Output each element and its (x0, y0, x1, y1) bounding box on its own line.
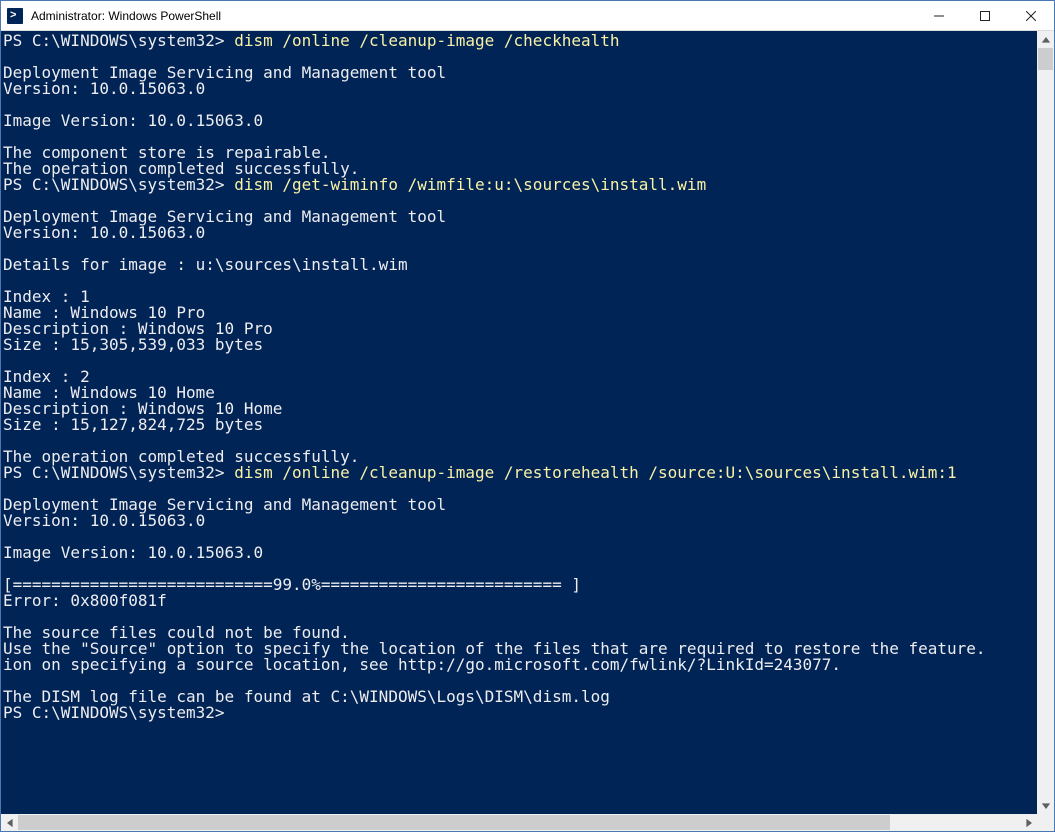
scrollbar-corner (1037, 814, 1054, 831)
vertical-scroll-thumb[interactable] (1038, 48, 1053, 70)
out-line: Size : 15,127,824,725 bytes (3, 415, 263, 434)
out-line: Version: 10.0.15063.0 (3, 79, 205, 98)
prompt: PS C:\WINDOWS\system32> (3, 175, 234, 194)
command-3: dism /online /cleanup-image /restoreheal… (234, 463, 956, 482)
prompt: PS C:\WINDOWS\system32> (3, 463, 234, 482)
scroll-right-button[interactable] (1020, 814, 1037, 831)
command-2: dism /get-wiminfo /wimfile:u:\sources\in… (234, 175, 706, 194)
out-line: Image Version: 10.0.15063.0 (3, 111, 263, 130)
out-line: ion on specifying a source location, see… (3, 655, 841, 674)
maximize-button[interactable] (962, 1, 1008, 30)
vertical-scroll-track[interactable] (1037, 48, 1054, 797)
close-button[interactable] (1008, 1, 1054, 30)
out-error: Error: 0x800f081f (3, 591, 167, 610)
out-line: Version: 10.0.15063.0 (3, 511, 205, 530)
terminal-output: PS C:\WINDOWS\system32> dism /online /cl… (1, 31, 1037, 814)
horizontal-scroll-thumb[interactable] (18, 815, 890, 830)
out-line: Size : 15,305,539,033 bytes (3, 335, 263, 354)
horizontal-scrollbar[interactable] (1, 814, 1037, 831)
prompt: PS C:\WINDOWS\system32> (3, 31, 234, 50)
horizontal-scroll-track[interactable] (18, 814, 1020, 831)
window-controls (916, 1, 1054, 30)
command-1: dism /online /cleanup-image /checkhealth (234, 31, 619, 50)
minimize-button[interactable] (916, 1, 962, 30)
out-line: Image Version: 10.0.15063.0 (3, 543, 263, 562)
powershell-icon (1, 8, 29, 24)
out-line: Version: 10.0.15063.0 (3, 223, 205, 242)
terminal[interactable]: PS C:\WINDOWS\system32> dism /online /cl… (1, 31, 1054, 831)
titlebar[interactable]: Administrator: Windows PowerShell (1, 1, 1054, 31)
out-line: Details for image : u:\sources\install.w… (3, 255, 408, 274)
window-title: Administrator: Windows PowerShell (29, 9, 916, 23)
scroll-left-button[interactable] (1, 814, 18, 831)
vertical-scrollbar[interactable] (1037, 31, 1054, 814)
scroll-up-button[interactable] (1037, 31, 1054, 48)
scroll-down-button[interactable] (1037, 797, 1054, 814)
prompt: PS C:\WINDOWS\system32> (3, 703, 234, 722)
